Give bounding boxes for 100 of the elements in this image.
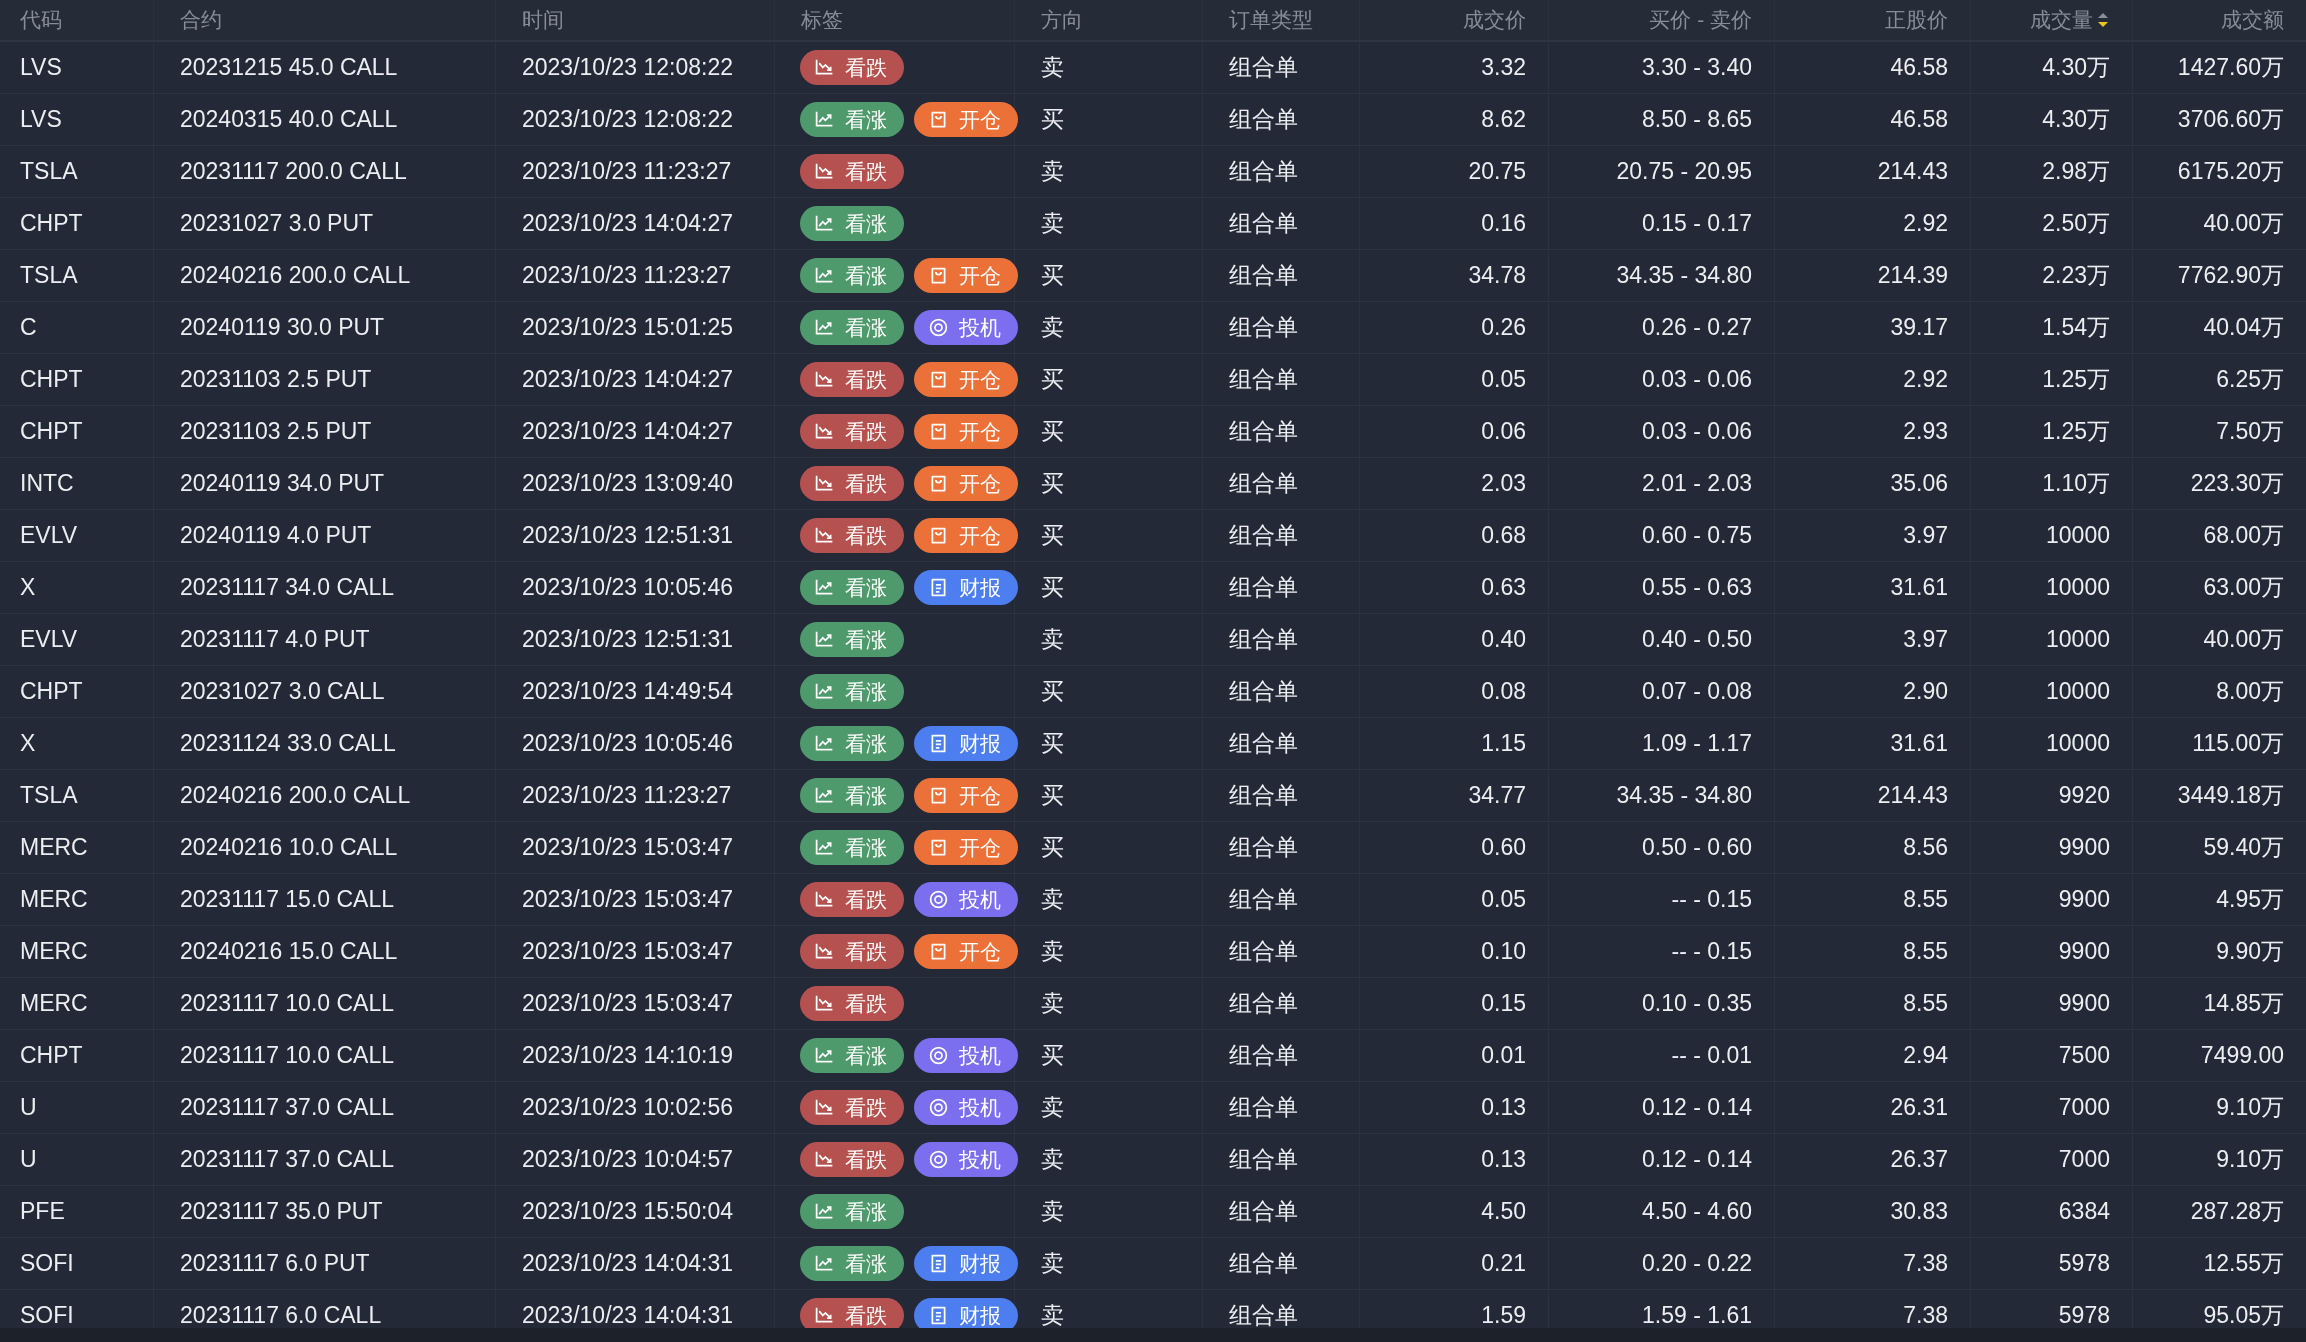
tag-badge: 看跌: [800, 986, 904, 1021]
order-type-cell-text: 组合单: [1229, 1301, 1298, 1328]
tag-badge: 投机: [914, 1142, 1018, 1177]
price-cell: 0.21: [1481, 1250, 1526, 1277]
sort-icon[interactable]: [2096, 11, 2110, 29]
tag-badge: 看涨: [800, 622, 904, 657]
bid-ask-cell: 0.60 - 0.75: [1642, 522, 1752, 549]
amount-cell-text: 1427.60万: [2177, 53, 2284, 82]
column-header: 合约: [180, 7, 222, 33]
time-cell: 2023/10/23 14:04:27: [522, 366, 734, 393]
trend-up-icon: [814, 265, 835, 286]
ticker-cell: X: [20, 574, 36, 601]
trend-up-icon: [814, 1045, 835, 1066]
direction-cell-text: 买: [1041, 1041, 1064, 1070]
bid-ask-cell: -- - 0.01: [1671, 1042, 1752, 1069]
ticker-cell: C: [20, 314, 37, 341]
amount-cell-text: 63.00万: [2203, 573, 2284, 602]
price-cell: 1.15: [1481, 730, 1526, 757]
column-header: 正股价: [1885, 7, 1948, 33]
column-header: 成交价: [1463, 7, 1526, 33]
ticker-cell: CHPT: [20, 418, 83, 445]
trend-up-icon: [814, 577, 835, 598]
tag-badge: 看涨: [800, 674, 904, 709]
time-cell: 2023/10/23 15:01:25: [522, 314, 734, 341]
order-type-cell-text: 组合单: [1229, 209, 1298, 238]
amount-cell-text: 40.00万: [2203, 625, 2284, 654]
direction-cell-text: 买: [1041, 729, 1064, 758]
contract-cell: 20231103 2.5 PUT: [180, 366, 372, 393]
price-cell: 0.08: [1481, 678, 1526, 705]
tag-badge: 投机: [914, 1090, 1018, 1125]
tag-badge: 财报: [914, 1246, 1018, 1281]
tag-badge: 看涨: [800, 102, 904, 137]
contract-cell: 20240216 200.0 CALL: [180, 782, 411, 809]
bid-ask-cell: -- - 0.15: [1671, 886, 1752, 913]
price-cell: 0.10: [1481, 938, 1526, 965]
price-cell: 0.63: [1481, 574, 1526, 601]
order-type-cell-text: 组合单: [1229, 677, 1298, 706]
ticker-cell: SOFI: [20, 1302, 74, 1328]
contract-cell: 20231117 200.0 CALL: [180, 158, 407, 185]
ticker-cell: EVLV: [20, 626, 78, 653]
column-header[interactable]: 成交量: [2030, 6, 2093, 34]
direction-cell-text: 卖: [1041, 1093, 1064, 1122]
contract-cell: 20240216 10.0 CALL: [180, 834, 398, 861]
order-type-cell-text: 组合单: [1229, 521, 1298, 550]
amount-cell-text: 3449.18万: [2177, 781, 2284, 810]
amount-cell-text: 14.85万: [2203, 989, 2284, 1018]
order-type-cell-text: 组合单: [1229, 937, 1298, 966]
ticker-cell: TSLA: [20, 158, 78, 185]
contract-cell: 20231124 33.0 CALL: [180, 730, 396, 757]
trend-up-icon: [814, 733, 835, 754]
volume-cell: 7000: [2058, 1094, 2110, 1121]
contract-cell: 20231117 37.0 CALL: [180, 1094, 394, 1121]
tag-badge: 看涨: [800, 1246, 904, 1281]
price-cell: 0.26: [1481, 314, 1526, 341]
direction-cell-text: 买: [1041, 781, 1064, 810]
volume-cell: 10000: [2046, 678, 2110, 705]
underlying-price-cell: 2.92: [1903, 366, 1948, 393]
tag-badge: 开仓: [914, 830, 1018, 865]
volume-cell-text: 1.25万: [2042, 417, 2110, 446]
volume-cell: 5978: [2058, 1250, 2110, 1277]
ticker-cell: U: [20, 1094, 37, 1121]
amount-cell: 7499.00: [2200, 1042, 2284, 1069]
underlying-price-cell: 31.61: [1890, 574, 1948, 601]
ticker-cell: INTC: [20, 470, 74, 497]
volume-cell-text: 4.30万: [2042, 53, 2110, 82]
price-cell: 0.05: [1481, 366, 1526, 393]
tag-badge: 看跌: [800, 934, 904, 969]
trend-down-icon: [814, 889, 835, 910]
contract-cell: 20231117 6.0 CALL: [180, 1302, 382, 1328]
contract-cell: 20231117 6.0 PUT: [180, 1250, 370, 1277]
tag-badge: 看跌: [800, 1298, 904, 1328]
contract-cell: 20231215 45.0 CALL: [180, 54, 398, 81]
tag-badge: 看跌: [800, 518, 904, 553]
underlying-price-cell: 3.97: [1903, 522, 1948, 549]
amount-cell-text: 12.55万: [2203, 1249, 2284, 1278]
ticker-cell: LVS: [20, 106, 62, 133]
tag-badge: 看涨: [800, 310, 904, 345]
underlying-price-cell: 8.55: [1903, 990, 1948, 1017]
amount-cell-text: 7.50万: [2216, 417, 2284, 446]
price-cell: 3.32: [1481, 54, 1526, 81]
volume-cell: 10000: [2046, 626, 2110, 653]
contract-cell: 20231117 37.0 CALL: [180, 1146, 394, 1173]
time-cell: 2023/10/23 14:49:54: [522, 678, 734, 705]
bid-ask-cell: 0.07 - 0.08: [1642, 678, 1752, 705]
bid-ask-cell: 0.50 - 0.60: [1642, 834, 1752, 861]
price-cell: 8.62: [1481, 106, 1526, 133]
trend-down-icon: [814, 473, 835, 494]
volume-cell: 7500: [2058, 1042, 2110, 1069]
underlying-price-cell: 3.97: [1903, 626, 1948, 653]
bid-ask-cell: 0.55 - 0.63: [1642, 574, 1752, 601]
ticker-cell: EVLV: [20, 522, 78, 549]
bid-ask-cell: 0.15 - 0.17: [1642, 210, 1752, 237]
tag-badge: 开仓: [914, 102, 1018, 137]
underlying-price-cell: 214.39: [1877, 262, 1948, 289]
bid-ask-cell: 0.03 - 0.06: [1642, 418, 1752, 445]
price-cell: 0.40: [1481, 626, 1526, 653]
contract-cell: 20231027 3.0 PUT: [180, 210, 374, 237]
direction-cell-text: 买: [1041, 521, 1064, 550]
tag-badge: 投机: [914, 882, 1018, 917]
underlying-price-cell: 46.58: [1890, 54, 1948, 81]
